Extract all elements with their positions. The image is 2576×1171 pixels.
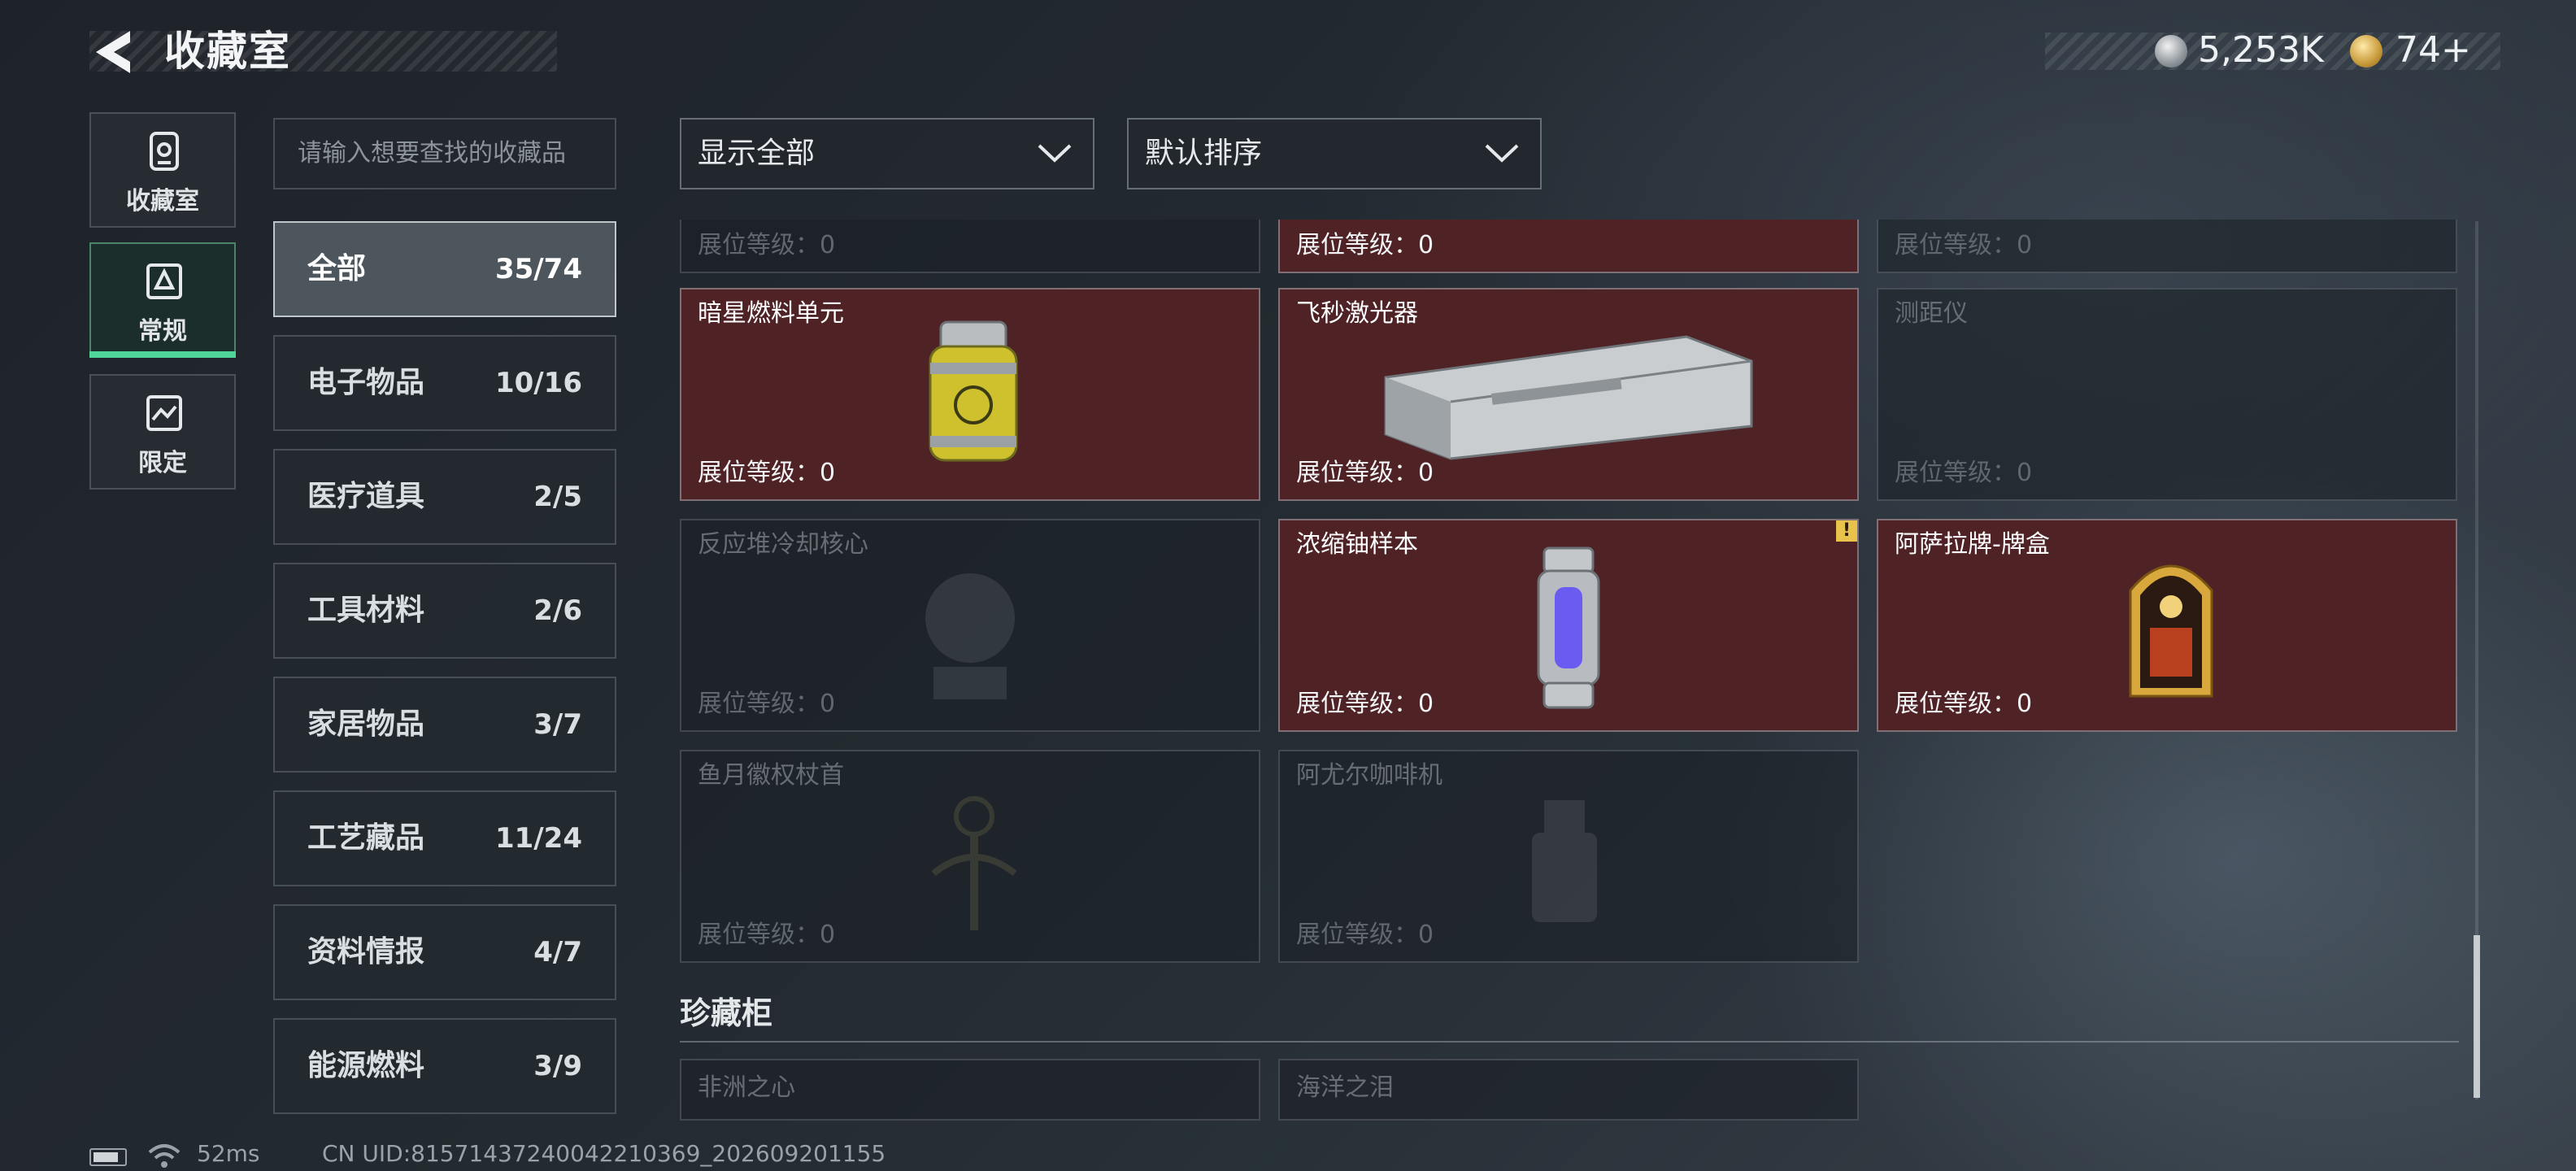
booth-level: 展位等级：0 [1296,459,1434,487]
item-name: 飞秒激光器 [1296,299,1418,328]
category-electronics[interactable]: 电子物品 10/16 [273,335,616,431]
scepter-head-icon [931,796,1017,930]
wifi-icon [148,1144,181,1168]
chevron-down-icon [1038,144,1072,163]
collection-card[interactable]: 飞秒激光器 展位等级：0 [1278,288,1859,501]
section-title: 珍藏柜 [680,995,773,1031]
category-medical[interactable]: 医疗道具 2/5 [273,449,616,545]
item-name: 鱼月徽权杖首 [698,761,844,790]
treasure-card[interactable]: 非洲之心 [680,1059,1260,1121]
gold-coin-icon [2350,35,2382,67]
category-count: 11/24 [494,822,582,855]
category-count: 10/16 [494,367,582,399]
collection-card-partial[interactable]: 展位等级：0 [680,220,1260,273]
sort-dropdown-value: 默认排序 [1145,137,1263,170]
category-energy[interactable]: 能源燃料 3/9 [273,1018,616,1114]
item-name: 测距仪 [1895,299,1968,328]
booth-level: 展位等级：0 [1296,231,1434,259]
category-count: 2/6 [533,594,582,627]
back-button[interactable] [91,28,137,76]
category-count: 3/7 [533,708,582,741]
rail-tab-collection-room[interactable]: 收藏室 [89,112,236,228]
collection-card[interactable]: 暗星燃料单元 展位等级：0 [680,288,1260,501]
collection-card[interactable]: 反应堆冷却核心 展位等级：0 [680,519,1260,732]
search-input[interactable]: 请输入想要查找的收藏品 [273,118,616,189]
item-name: 浓缩铀样本 [1296,530,1418,559]
rail-tab-label: 收藏室 [126,187,199,215]
filter-dropdown[interactable]: 显示全部 [680,118,1094,189]
booth-level: 展位等级：0 [1296,690,1434,718]
treasure-card[interactable]: 海洋之泪 [1278,1059,1859,1121]
title-bar-decoration [89,31,557,72]
booth-level: 展位等级：0 [698,459,836,487]
booth-level: 展位等级：0 [1895,459,2033,487]
category-count: 3/9 [533,1050,582,1082]
category-name: 能源燃料 [307,1049,425,1082]
chevron-down-icon [1485,144,1519,163]
page-title: 收藏室 [164,28,291,75]
regular-icon [146,263,182,299]
section-divider [680,1041,2459,1043]
back-arrow-icon [96,31,130,73]
category-count: 35/74 [494,253,582,285]
scrollbar-thumb[interactable] [2474,935,2480,1098]
ping-value: 52ms [197,1140,260,1167]
booth-level: 展位等级：0 [698,921,836,949]
collection-card[interactable]: 测距仪 展位等级：0 [1877,288,2457,501]
booth-level: 展位等级：0 [1296,921,1434,949]
rail-tab-label: 常规 [138,317,187,346]
fuel-canister-icon [929,320,1018,462]
collection-card[interactable]: 阿萨拉牌-牌盒 展位等级：0 [1877,519,2457,732]
active-tab-indicator [89,351,236,358]
rail-tab-label: 限定 [138,449,187,477]
coffee-machine-icon [1532,800,1597,922]
collection-card[interactable]: 阿尤尔咖啡机 展位等级：0 [1278,750,1859,963]
booth-level: 展位等级：0 [698,690,836,718]
battery-icon [89,1148,127,1166]
booth-level: 展位等级：0 [1895,231,2033,259]
item-name: 反应堆冷却核心 [698,530,868,559]
filter-dropdown-value: 显示全部 [698,137,816,170]
category-count: 2/5 [533,481,582,513]
item-name: 海洋之泪 [1296,1073,1394,1102]
gold-currency-value[interactable]: 74+ [2395,24,2471,76]
category-name: 家居物品 [307,707,425,741]
card-box-icon [2129,564,2213,698]
category-name: 电子物品 [307,366,425,399]
collection-card-partial[interactable]: 展位等级：0 [1877,220,2457,273]
category-all[interactable]: 全部 35/74 [273,221,616,317]
category-household[interactable]: 家居物品 3/7 [273,677,616,773]
collection-card-partial[interactable]: 展位等级：0 [1278,220,1859,273]
silver-currency-value: 5,253K [2198,29,2324,71]
category-name: 资料情报 [307,935,425,969]
alert-icon: ! [1836,520,1857,542]
category-name: 全部 [307,252,367,285]
booth-level: 展位等级：0 [698,231,836,259]
booth-level: 展位等级：0 [1895,690,2033,718]
laser-device-icon [1384,335,1753,460]
category-count: 4/7 [533,936,582,969]
reactor-core-icon [925,573,1015,699]
category-crafts[interactable]: 工艺藏品 11/24 [273,790,616,886]
rail-tab-limited[interactable]: 限定 [89,374,236,490]
collection-room-icon [150,132,179,171]
category-name: 工具材料 [307,594,425,627]
collection-card[interactable]: 浓缩铀样本 ! 展位等级：0 [1278,519,1859,732]
category-name: 医疗道具 [307,480,425,513]
item-name: 暗星燃料单元 [698,299,844,328]
limited-icon [146,395,182,431]
rail-tab-regular[interactable]: 常规 [89,242,236,358]
category-name: 工艺藏品 [307,821,425,855]
item-name: 阿萨拉牌-牌盒 [1895,530,2050,559]
sort-dropdown[interactable]: 默认排序 [1127,118,1542,189]
user-uid: CN UID:81571437240042210369_202609201155 [322,1140,886,1167]
category-intel[interactable]: 资料情报 4/7 [273,904,616,1000]
item-name: 阿尤尔咖啡机 [1296,761,1442,790]
uranium-capsule-icon [1537,546,1600,709]
category-tools[interactable]: 工具材料 2/6 [273,563,616,659]
collection-card[interactable]: 鱼月徽权杖首 展位等级：0 [680,750,1260,963]
silver-coin-icon [2155,35,2187,67]
item-name: 非洲之心 [698,1073,795,1102]
